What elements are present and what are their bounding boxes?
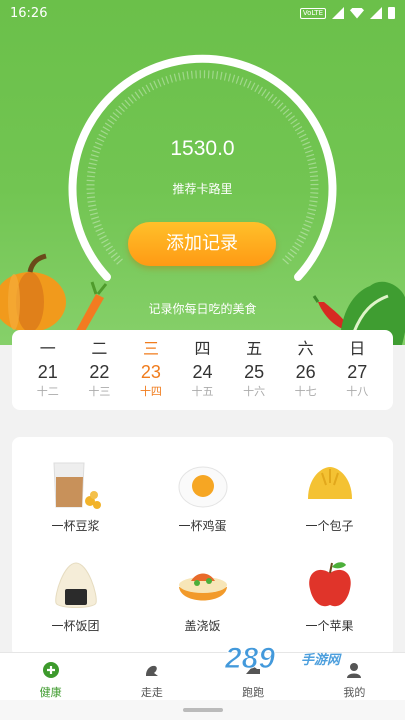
system-nav-bar	[0, 700, 405, 720]
food-name: 盖浇饭	[184, 619, 221, 633]
lunar-date: 十五	[191, 385, 214, 398]
walk-icon	[145, 665, 158, 676]
lunar-date: 十四	[139, 385, 162, 398]
signal-icon-2	[370, 7, 382, 19]
calorie-label: 推荐卡路里	[172, 182, 233, 196]
tab-label: 走走	[140, 686, 163, 699]
date-number: 23	[140, 362, 161, 382]
date-number: 27	[347, 362, 368, 382]
wifi-icon	[350, 7, 364, 19]
tab-label: 健康	[39, 686, 62, 699]
rice-ball-icon	[55, 562, 97, 608]
watermark-subtitle: 手游网	[301, 652, 342, 667]
volte-badge: VoLTE	[299, 7, 326, 19]
home-indicator[interactable]	[183, 708, 223, 712]
lunar-date: 十七	[294, 385, 317, 398]
weekday-label: 日	[349, 339, 366, 358]
add-record-button[interactable]: 添加记录	[128, 222, 276, 266]
rice-bowl-icon	[179, 573, 227, 601]
calorie-value: 1530.0	[170, 137, 235, 160]
weekday-label: 四	[194, 339, 211, 358]
apple-icon	[309, 562, 351, 607]
battery-icon	[388, 7, 395, 19]
lunar-date: 十六	[243, 385, 266, 398]
lunar-date: 十二	[36, 385, 59, 398]
weekday-label: 五	[246, 339, 263, 358]
food-item-apple[interactable]: 一个苹果	[266, 547, 393, 647]
food-item-bun[interactable]: 一个包子	[266, 447, 393, 547]
soymilk-icon	[53, 462, 101, 509]
egg-icon	[178, 466, 228, 508]
calendar-day-selected[interactable]: 三 23 十四	[125, 338, 177, 410]
lunar-date: 十三	[88, 385, 111, 398]
weekday-label: 一	[39, 339, 56, 358]
health-icon	[42, 662, 59, 678]
weekday-label: 六	[297, 339, 314, 358]
food-item-rice-ball[interactable]: 一杯饭团	[12, 547, 139, 647]
week-calendar: 一 21 十二 二 22 十三 三 23 十四 四 24 十五 五 25 十六 …	[12, 330, 393, 410]
date-number: 26	[295, 362, 316, 382]
calendar-day[interactable]: 日 27 十八	[331, 338, 383, 410]
calendar-day[interactable]: 二 22 十三	[74, 338, 126, 410]
food-name: 一个包子	[305, 519, 354, 533]
weekday-label: 三	[142, 339, 159, 358]
weekday-label: 二	[91, 339, 108, 358]
status-bar: 16:26 VoLTE	[0, 0, 405, 26]
hero-section: 16:26 VoLTE 1530.0 推荐卡路里 添加记录 记录你每日吃的美食	[0, 0, 405, 345]
date-number: 25	[244, 362, 265, 382]
food-item-rice-bowl[interactable]: 盖浇饭	[139, 547, 266, 647]
calendar-day[interactable]: 四 24 十五	[177, 338, 229, 410]
watermark-number: 289	[225, 642, 275, 675]
calendar-day[interactable]: 一 21 十二	[22, 338, 74, 410]
calendar-day[interactable]: 六 26 十七	[280, 338, 332, 410]
food-item-egg[interactable]: 一杯鸡蛋	[139, 447, 266, 547]
tab-walk[interactable]: 走走	[101, 653, 202, 700]
signal-icon	[332, 7, 344, 19]
food-name: 一个苹果	[305, 619, 354, 633]
food-name: 一杯饭团	[51, 619, 100, 633]
tab-label: 跑跑	[242, 686, 265, 699]
food-name: 一杯豆浆	[51, 519, 100, 533]
status-time: 16:26	[10, 5, 48, 21]
date-number: 24	[192, 362, 213, 382]
food-name: 一杯鸡蛋	[178, 519, 227, 533]
lunar-date: 十八	[346, 385, 369, 398]
calendar-day[interactable]: 五 25 十六	[228, 338, 280, 410]
food-grid: 一杯豆浆 一杯鸡蛋 一个包子 一杯饭团 盖浇饭 一个苹果	[12, 437, 393, 657]
date-number: 22	[89, 362, 110, 382]
bun-icon	[308, 467, 352, 499]
food-item-soymilk[interactable]: 一杯豆浆	[12, 447, 139, 547]
watermark-logo: 289 手游网	[225, 642, 342, 676]
tab-label: 我的	[343, 686, 366, 699]
tab-health[interactable]: 健康	[0, 653, 101, 700]
pumpkin-carrot-illustration	[0, 253, 108, 340]
date-number: 21	[37, 362, 58, 382]
